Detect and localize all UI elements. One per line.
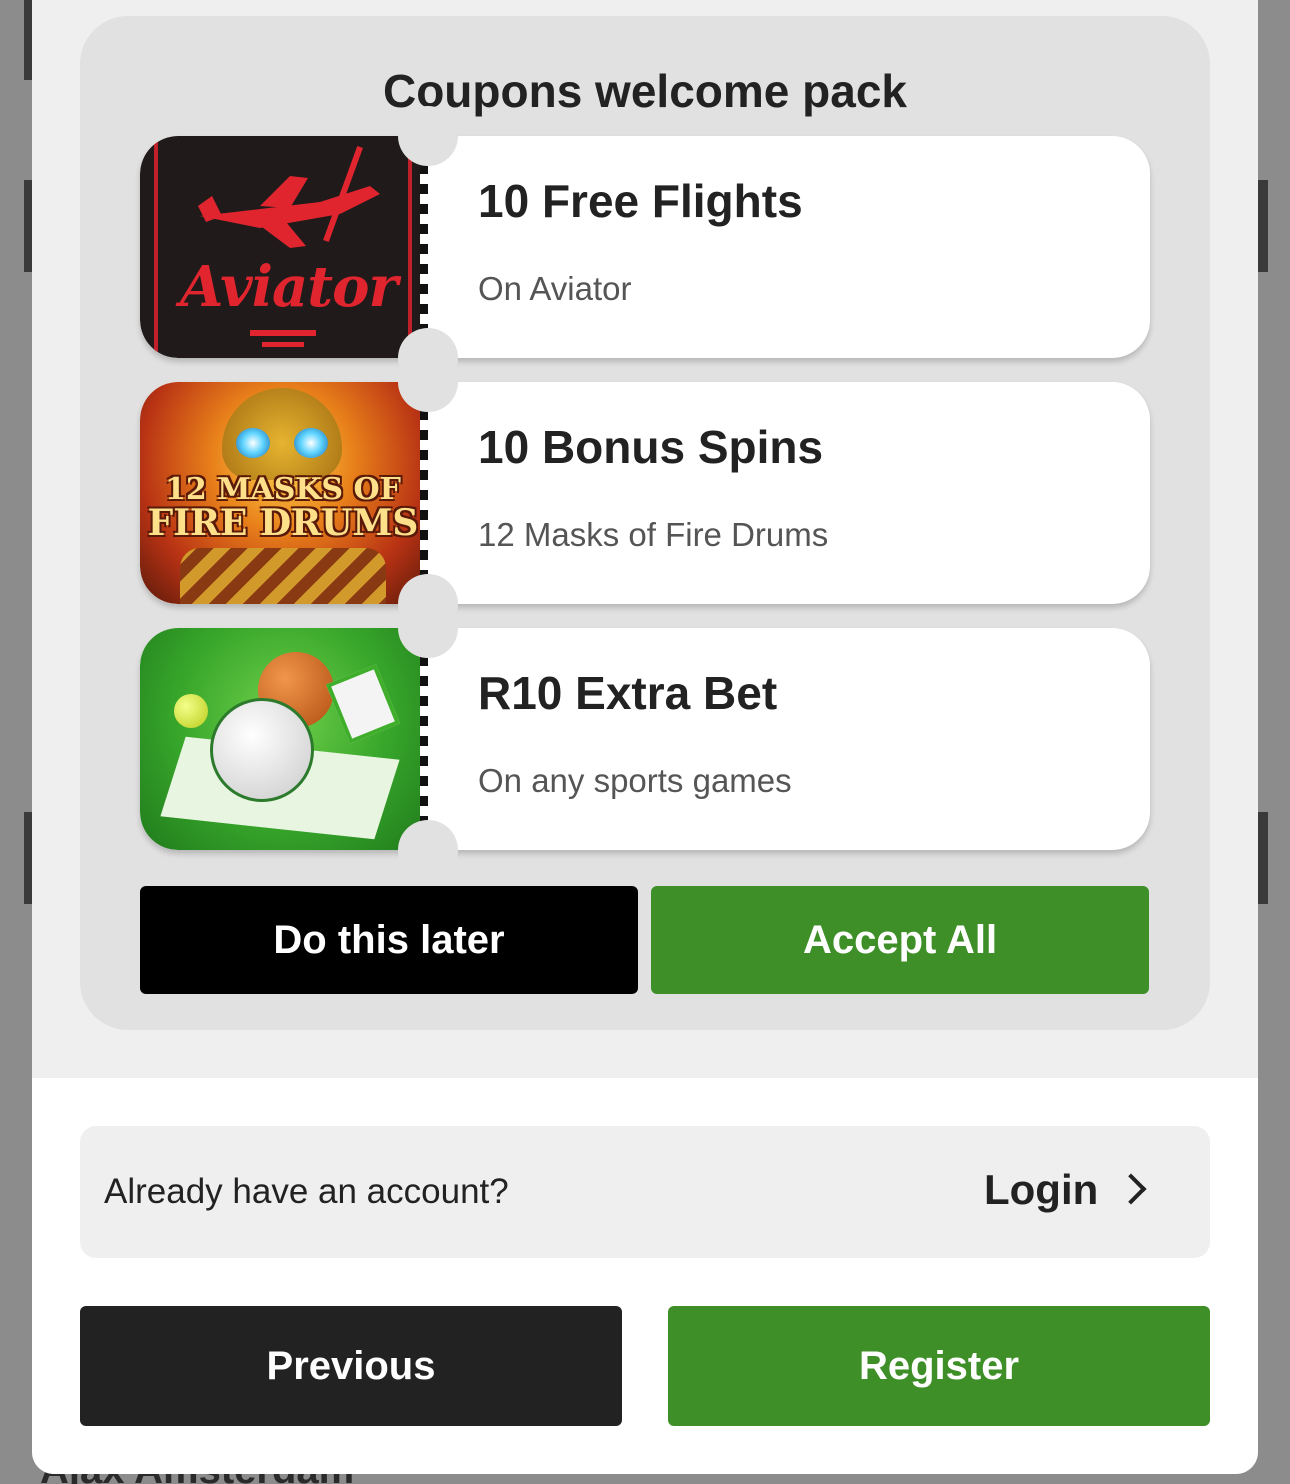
coupon-title: R10 Extra Bet (478, 667, 778, 719)
coupon-bonus-spins[interactable]: 12 MASKS OF FIRE DRUMS 10 Bonus Spins 12… (140, 352, 1150, 634)
masks-game-icon: 12 MASKS OF FIRE DRUMS (140, 382, 426, 604)
register-button[interactable]: Register (668, 1306, 1210, 1426)
coupon-subtitle: On Aviator (478, 270, 632, 307)
coupon-subtitle: On any sports games (478, 762, 792, 799)
ticket-perforation (420, 410, 428, 580)
sports-balls-icon (140, 628, 426, 850)
plane-icon (198, 145, 380, 248)
coupon-card: 12 MASKS OF FIRE DRUMS 10 Bonus Spins 12… (140, 382, 1150, 604)
coupons-welcome-panel: Coupons welcome pack Aviator 10 Free Fli… (80, 16, 1210, 1030)
login-question: Already have an account? (104, 1172, 509, 1211)
ticket-notch (398, 106, 458, 166)
masks-logo-line2: FIRE DRUMS (147, 502, 419, 544)
do-this-later-button[interactable]: Do this later (140, 886, 638, 994)
background-block (1258, 812, 1268, 904)
ticket-notch (398, 820, 458, 880)
ticket-perforation (420, 164, 428, 334)
aviator-game-icon: Aviator (140, 136, 426, 358)
login-link[interactable]: Login (984, 1166, 1098, 1214)
panel-title: Coupons welcome pack (382, 65, 907, 117)
login-prompt[interactable]: Already have an account? Login (80, 1126, 1210, 1258)
coupon-card: Aviator 10 Free Flights On Aviator (140, 136, 1150, 358)
background-block (1258, 180, 1268, 272)
ticket-notch (398, 598, 458, 658)
chevron-right-icon[interactable] (1115, 1173, 1147, 1205)
coupon-title: 10 Bonus Spins (478, 421, 824, 473)
aviator-logo-text: Aviator (180, 254, 398, 320)
accept-all-button[interactable]: Accept All (651, 886, 1149, 994)
ticket-perforation (420, 656, 428, 826)
ticket-notch (398, 352, 458, 412)
coupon-subtitle: 12 Masks of Fire Drums (478, 516, 829, 553)
previous-button[interactable]: Previous (80, 1306, 622, 1426)
registration-sheet: Coupons welcome pack Aviator 10 Free Fli… (32, 0, 1258, 1474)
coupon-extra-bet[interactable]: R10 Extra Bet On any sports games (140, 598, 1150, 880)
coupon-title: 10 Free Flights (478, 175, 803, 227)
coupon-card: R10 Extra Bet On any sports games (140, 628, 1150, 850)
coupon-free-flights[interactable]: Aviator 10 Free Flights On Aviator (140, 106, 1150, 388)
